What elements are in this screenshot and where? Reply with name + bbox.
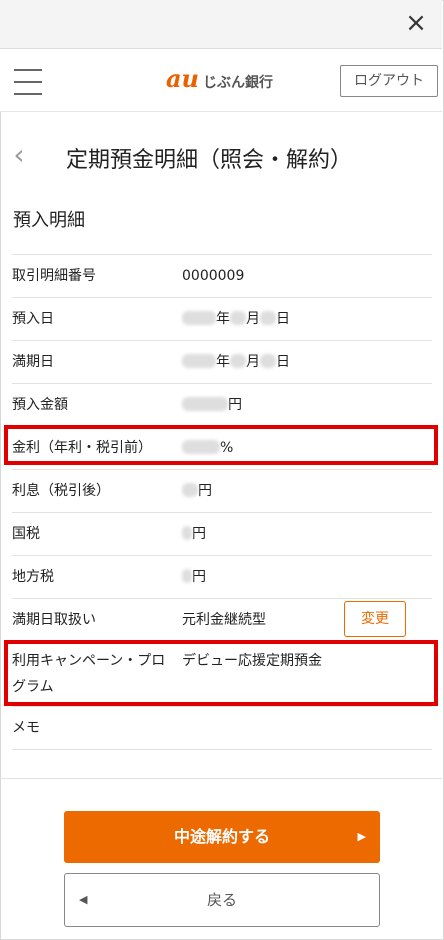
interest-value: 円 bbox=[182, 470, 212, 512]
logo-text: じぶん銀行 bbox=[203, 75, 273, 91]
deposit-date-value: 年月日 bbox=[182, 298, 290, 340]
amount-value: 円 bbox=[182, 384, 242, 426]
site-header: au じぶん銀行 ログアウト bbox=[0, 49, 442, 112]
divider bbox=[0, 778, 442, 779]
local-tax-value: 円 bbox=[182, 556, 206, 598]
interest-label: 利息（税引後） bbox=[12, 483, 110, 499]
section-title: 預入明細 bbox=[13, 210, 85, 231]
rate-highlight-box bbox=[4, 425, 438, 465]
logo-mark: au bbox=[166, 64, 199, 93]
table-row: メモ bbox=[12, 706, 432, 750]
table-row: 利息（税引後） 円 bbox=[12, 469, 432, 512]
amount-label: 預入金額 bbox=[12, 397, 68, 413]
play-left-icon: ◀ bbox=[79, 893, 88, 906]
maturity-handling-label: 満期日取扱い bbox=[12, 612, 96, 628]
national-tax-value: 円 bbox=[182, 513, 206, 555]
table-row: 預入金額 円 bbox=[12, 383, 432, 426]
cancel-midterm-label: 中途解約する bbox=[173, 827, 270, 846]
back-button-label: 戻る bbox=[206, 891, 237, 909]
deposit-date-label: 預入日 bbox=[12, 311, 54, 327]
back-button[interactable]: ◀ 戻る bbox=[64, 873, 380, 927]
campaign-highlight-box bbox=[4, 640, 438, 706]
maturity-date-value: 年月日 bbox=[182, 341, 290, 383]
memo-label: メモ bbox=[12, 720, 40, 736]
close-icon[interactable]: × bbox=[402, 9, 430, 37]
table-row: 取引明細番号 0000009 bbox=[12, 254, 432, 297]
table-row: 満期日取扱い 元利金継続型 変更 bbox=[12, 598, 432, 641]
maturity-date-label: 満期日 bbox=[12, 354, 54, 370]
window-topbar: × bbox=[0, 0, 442, 49]
cancel-midterm-button[interactable]: 中途解約する ▶ bbox=[64, 811, 380, 863]
change-button[interactable]: 変更 bbox=[344, 601, 406, 637]
bank-logo: au じぶん銀行 bbox=[166, 65, 273, 93]
table-row: 国税 円 bbox=[12, 512, 432, 555]
table-row: 地方税 円 bbox=[12, 555, 432, 598]
serial-value: 0000009 bbox=[182, 268, 245, 284]
page-title: 定期預金明細（照会・解約） bbox=[66, 148, 353, 173]
serial-label: 取引明細番号 bbox=[12, 268, 96, 284]
maturity-handling-value: 元利金継続型 bbox=[182, 612, 266, 628]
national-tax-label: 国税 bbox=[12, 526, 40, 542]
hamburger-menu-icon[interactable] bbox=[14, 69, 42, 95]
play-right-icon: ▶ bbox=[357, 830, 366, 843]
table-row: 満期日 年月日 bbox=[12, 340, 432, 383]
table-row: 預入日 年月日 bbox=[12, 297, 432, 340]
title-bar: ‹ 定期預金明細（照会・解約） bbox=[0, 130, 442, 180]
back-chevron-icon[interactable]: ‹ bbox=[8, 140, 30, 170]
logout-button[interactable]: ログアウト bbox=[340, 65, 438, 97]
local-tax-label: 地方税 bbox=[12, 569, 54, 585]
